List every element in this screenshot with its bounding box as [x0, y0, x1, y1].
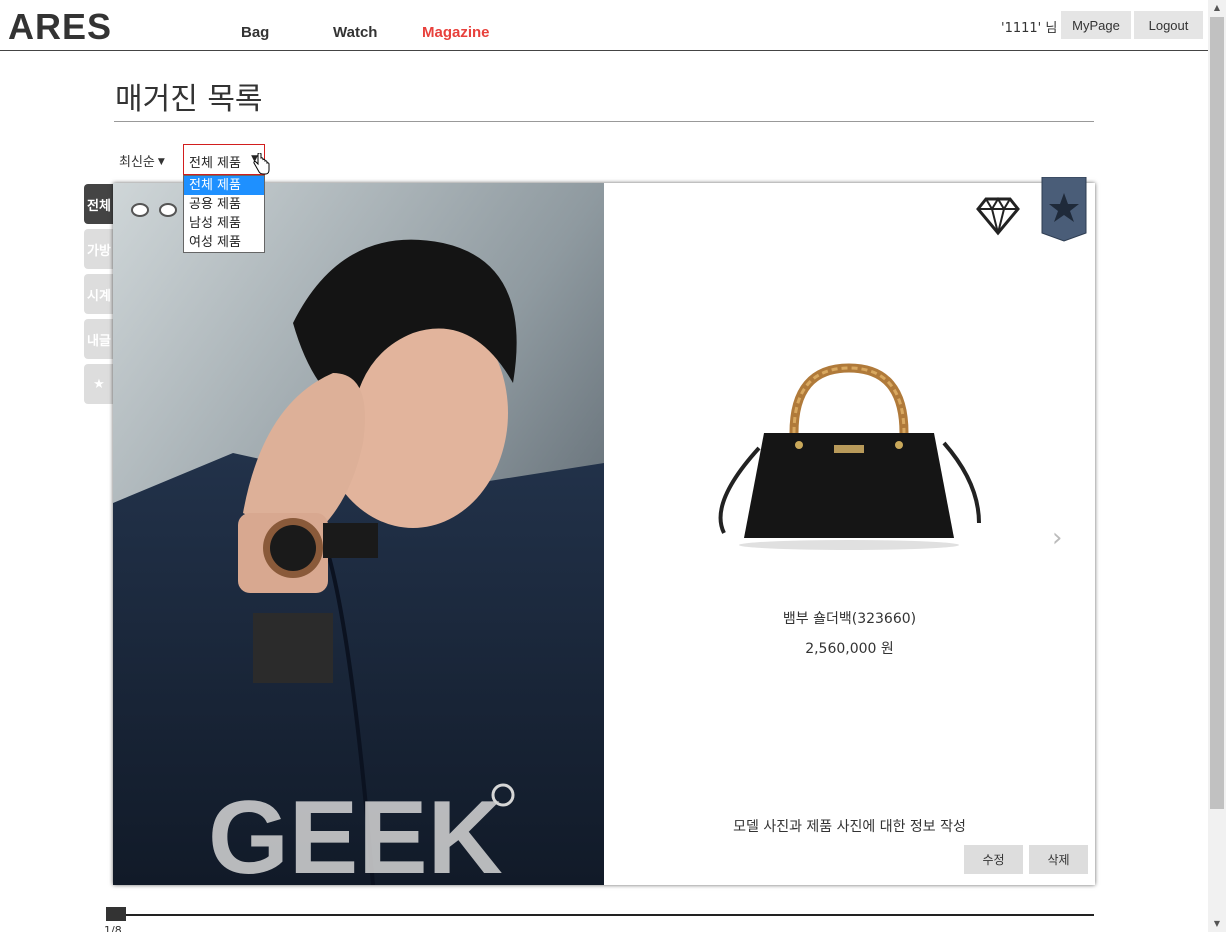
product-panel: › 뱀부 숄더백(323660) 2,560,000 원 모델 사진과 제품 사…	[604, 177, 1095, 885]
nav-bag[interactable]: Bag	[241, 24, 269, 41]
category-option[interactable]: 공용 제품	[184, 195, 264, 214]
logo[interactable]: ARES	[8, 6, 112, 48]
side-tab-favorites[interactable]: ★	[84, 364, 114, 404]
category-option[interactable]: 여성 제품	[184, 233, 264, 252]
post-description: 모델 사진과 제품 사진에 대한 정보 작성	[733, 819, 966, 835]
product-name: 뱀부 숄더백(323660)	[782, 611, 917, 627]
slide-dot[interactable]	[131, 203, 149, 217]
product-price: 2,560,000 원	[805, 641, 894, 657]
nav-watch[interactable]: Watch	[333, 24, 377, 41]
logout-button[interactable]: Logout	[1134, 11, 1203, 39]
side-tab-all[interactable]: 전체	[84, 184, 114, 224]
page-scrollbar[interactable]: ▲ ▼	[1208, 0, 1226, 932]
category-option[interactable]: 남성 제품	[184, 214, 264, 233]
diamond-icon[interactable]	[974, 195, 1022, 237]
model-photo-illustration: GEEK	[113, 183, 604, 885]
user-greeting: '1111' 님	[1001, 21, 1058, 36]
page-title: 매거진 목록	[115, 82, 263, 117]
top-bar: ARES Bag Watch Magazine '1111' 님 MyPage …	[0, 0, 1208, 51]
side-tab-bag[interactable]: 가방	[84, 229, 114, 269]
favorite-ribbon-icon[interactable]	[1041, 177, 1087, 243]
next-arrow-icon[interactable]: ›	[1052, 523, 1062, 553]
title-divider	[114, 121, 1094, 122]
delete-button[interactable]: 삭제	[1029, 845, 1088, 874]
scroll-down-arrow-icon[interactable]: ▼	[1208, 916, 1226, 932]
category-dropdown: 전체 제품 공용 제품 남성 제품 여성 제품	[183, 175, 265, 253]
side-tab-watch[interactable]: 시계	[84, 274, 114, 314]
scroll-up-arrow-icon[interactable]: ▲	[1208, 0, 1226, 16]
photo-brand-text: GEEK	[208, 780, 503, 885]
category-selected-label: 전체 제품	[189, 156, 241, 171]
magazine-card: GEEK › 뱀부 숄더백(323660) 2,560,000 원 모델 사진과…	[113, 177, 1095, 885]
photo-dots	[131, 203, 177, 217]
sort-label: 최신순	[119, 155, 155, 170]
edit-button[interactable]: 수정	[964, 845, 1023, 874]
product-image	[718, 363, 981, 550]
sort-select[interactable]: 최신순 ▼	[119, 151, 165, 170]
hand-cursor-icon	[253, 153, 270, 175]
mypage-button[interactable]: MyPage	[1061, 11, 1131, 39]
pager-track[interactable]	[106, 914, 1094, 916]
slide-dot[interactable]	[159, 203, 177, 217]
sort-caret-icon: ▼	[157, 157, 165, 167]
scroll-thumb[interactable]	[1210, 17, 1224, 809]
model-photo: GEEK	[113, 183, 604, 885]
pager-handle[interactable]	[106, 907, 126, 921]
pager-text: 1/8	[104, 924, 122, 932]
category-option[interactable]: 전체 제품	[184, 176, 264, 195]
nav-magazine[interactable]: Magazine	[422, 24, 490, 41]
side-tab-my-posts[interactable]: 내글	[84, 319, 114, 359]
